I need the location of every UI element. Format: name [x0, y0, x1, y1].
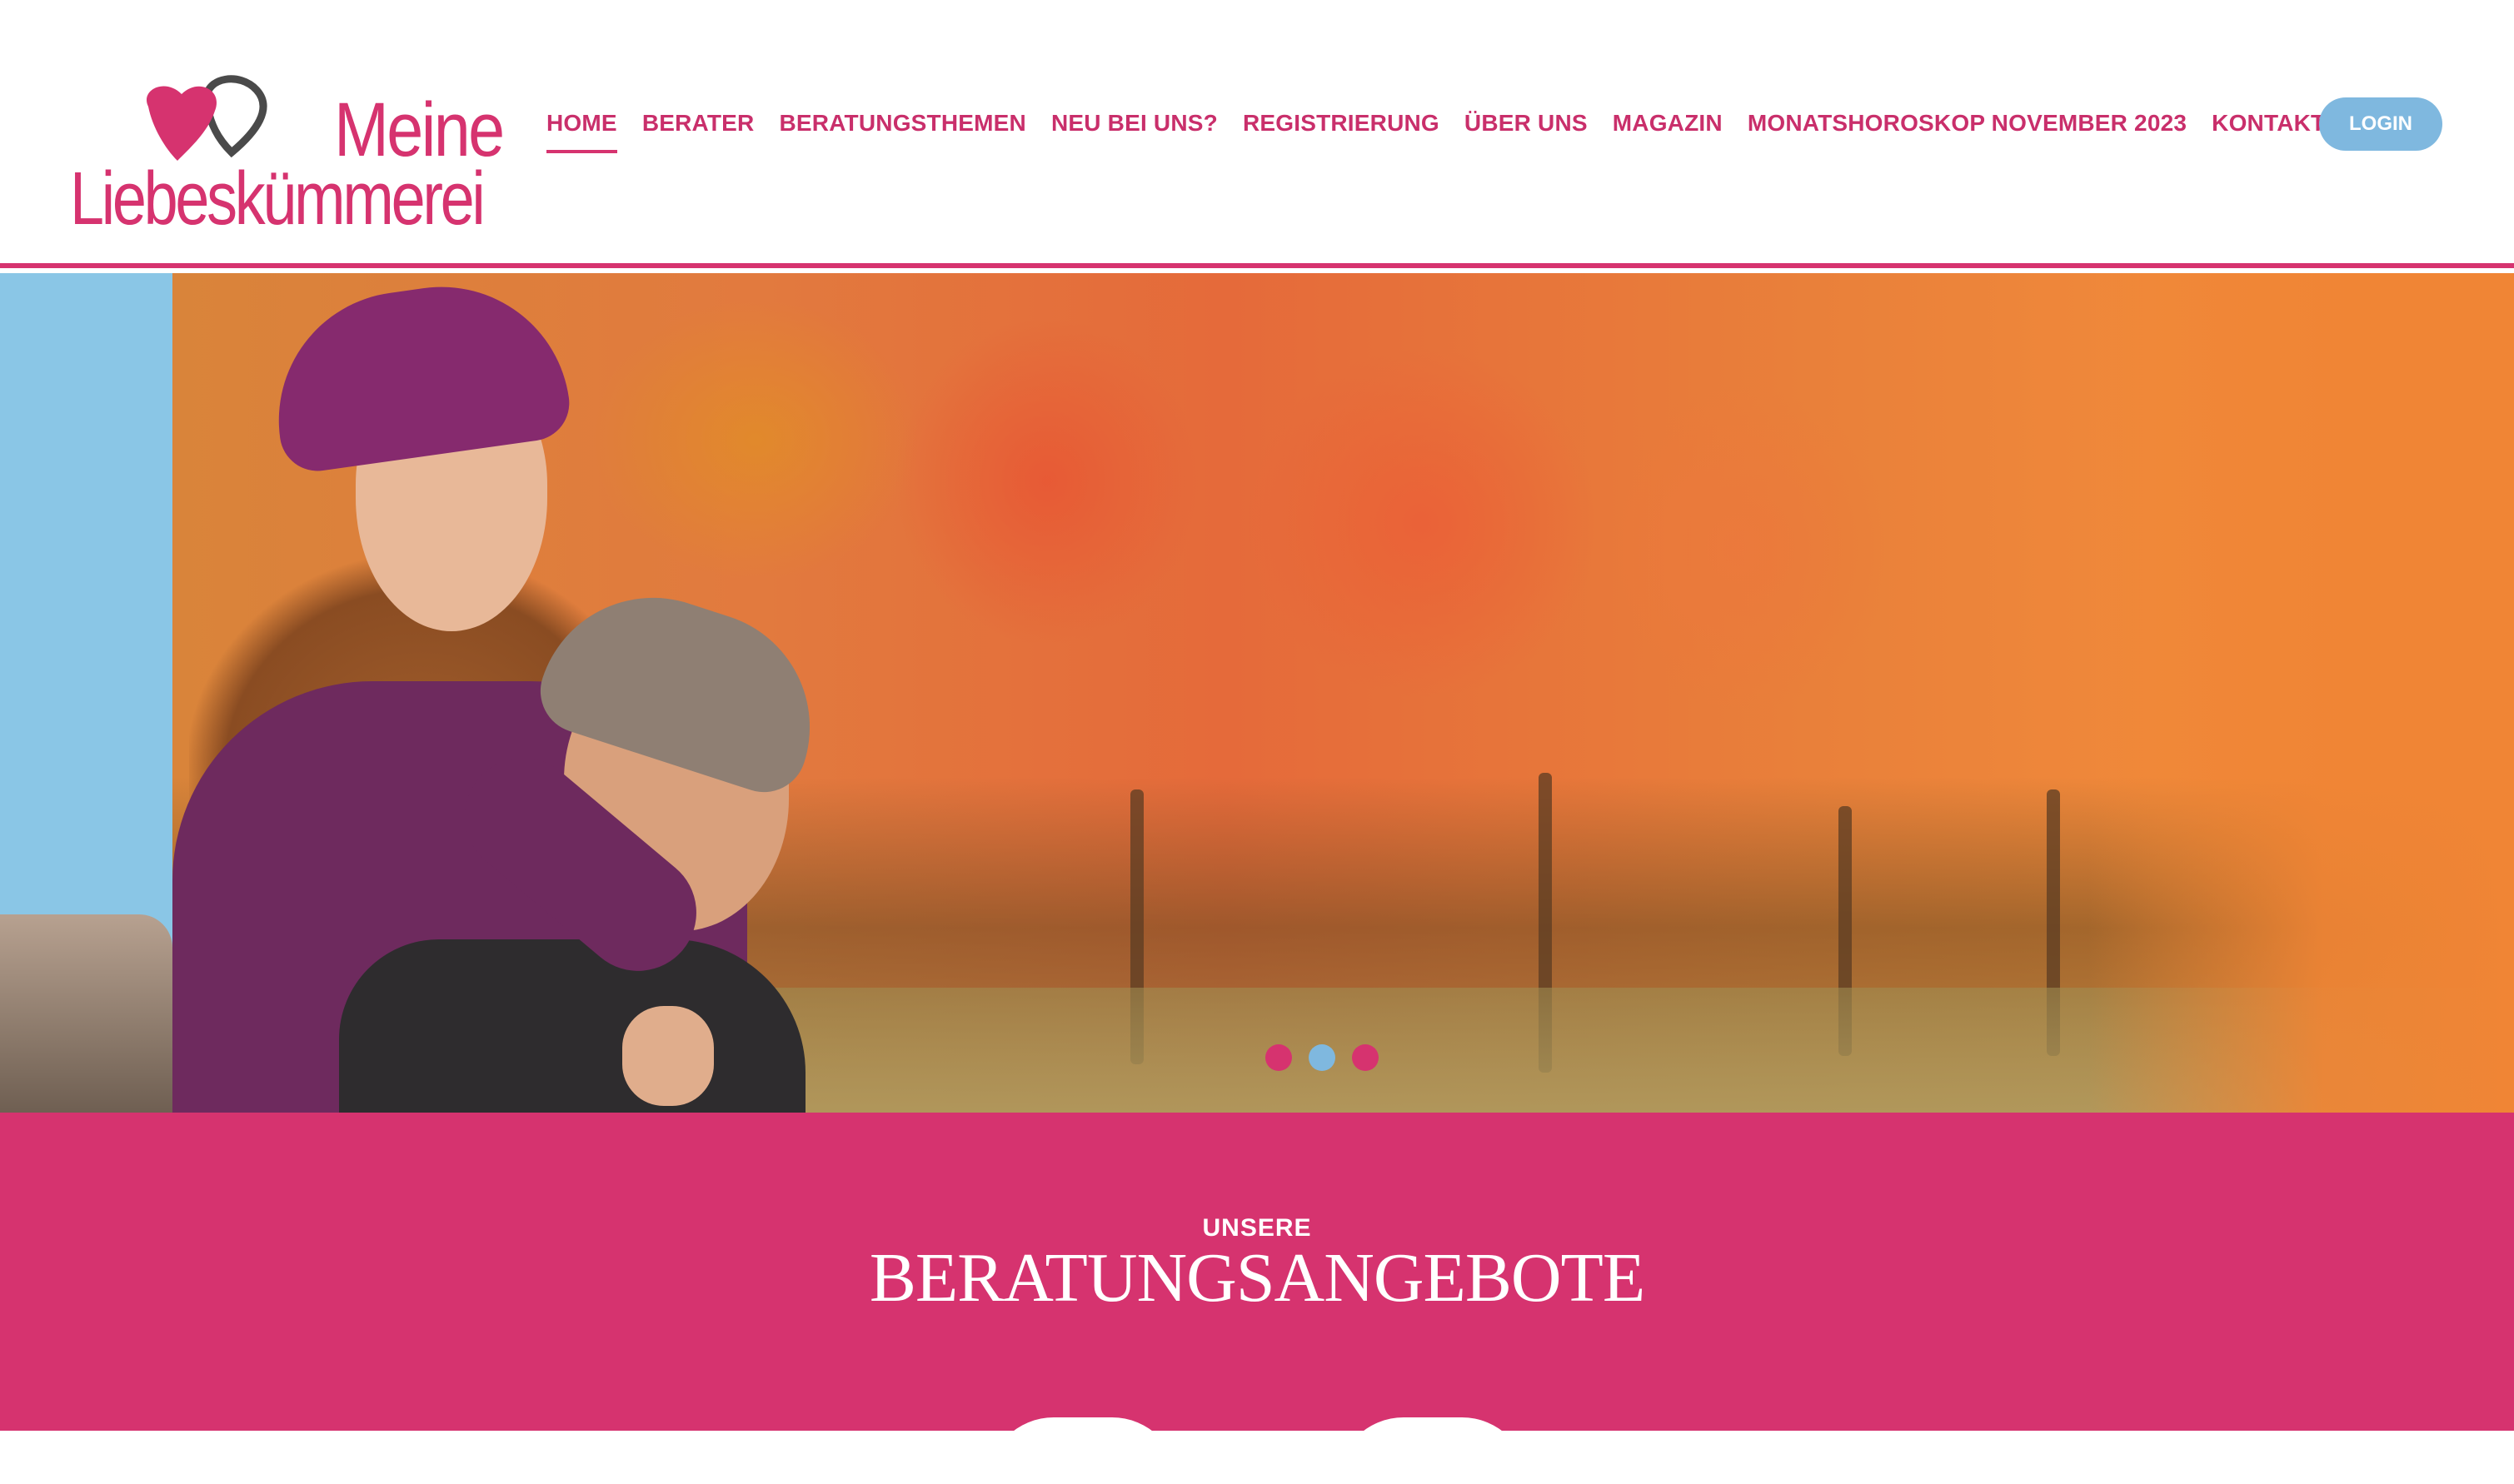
slider-dot-2[interactable]	[1309, 1044, 1335, 1071]
main-navigation: HOME BERATER BERATUNGSTHEMEN NEU BEI UNS…	[546, 107, 2350, 153]
nav-monatshoroskop[interactable]: MONATSHOROSKOP NOVEMBER 2023	[1748, 110, 2187, 137]
slider-dots	[1265, 1044, 1395, 1071]
hero-previous-slide-peek	[0, 273, 172, 1113]
offer-card-top-right[interactable]	[1337, 1417, 1529, 1484]
nav-neu-bei-uns[interactable]: NEU BEI UNS?	[1051, 110, 1218, 137]
nav-berater[interactable]: BERATER	[642, 110, 755, 137]
slider-dot-3[interactable]	[1352, 1044, 1379, 1071]
offers-title: BERATUNGSANGEBOTE	[869, 1239, 1645, 1317]
offers-section: UNSERE BERATUNGSANGEBOTE	[0, 1113, 2514, 1484]
man-jacket	[339, 939, 806, 1113]
nav-kontakt[interactable]: KONTAKT	[2212, 110, 2325, 137]
hero-slider	[0, 273, 2514, 1113]
nav-ueber-uns[interactable]: ÜBER UNS	[1464, 110, 1588, 137]
login-button[interactable]: LOGIN	[2319, 97, 2442, 151]
nav-magazin[interactable]: MAGAZIN	[1613, 110, 1723, 137]
nav-home[interactable]: HOME	[546, 110, 617, 153]
site-header: Meine Liebeskümmerei HOME BERATER BERATU…	[0, 0, 2514, 268]
site-logo[interactable]: Meine Liebeskümmerei	[70, 70, 506, 241]
hero-image-couple-autumn	[172, 273, 2514, 1113]
nav-registrierung[interactable]: REGISTRIERUNG	[1243, 110, 1439, 137]
offer-card-top-left[interactable]	[987, 1417, 1179, 1484]
slider-dot-1[interactable]	[1265, 1044, 1292, 1071]
hero-side-arm-image	[0, 914, 172, 1113]
woman-hand	[622, 1006, 714, 1106]
logo-text-liebeskuemmerei: Liebeskümmerei	[70, 157, 486, 241]
two-hearts-icon	[147, 75, 267, 161]
nav-beratungsthemen[interactable]: BERATUNGSTHEMEN	[779, 110, 1025, 137]
